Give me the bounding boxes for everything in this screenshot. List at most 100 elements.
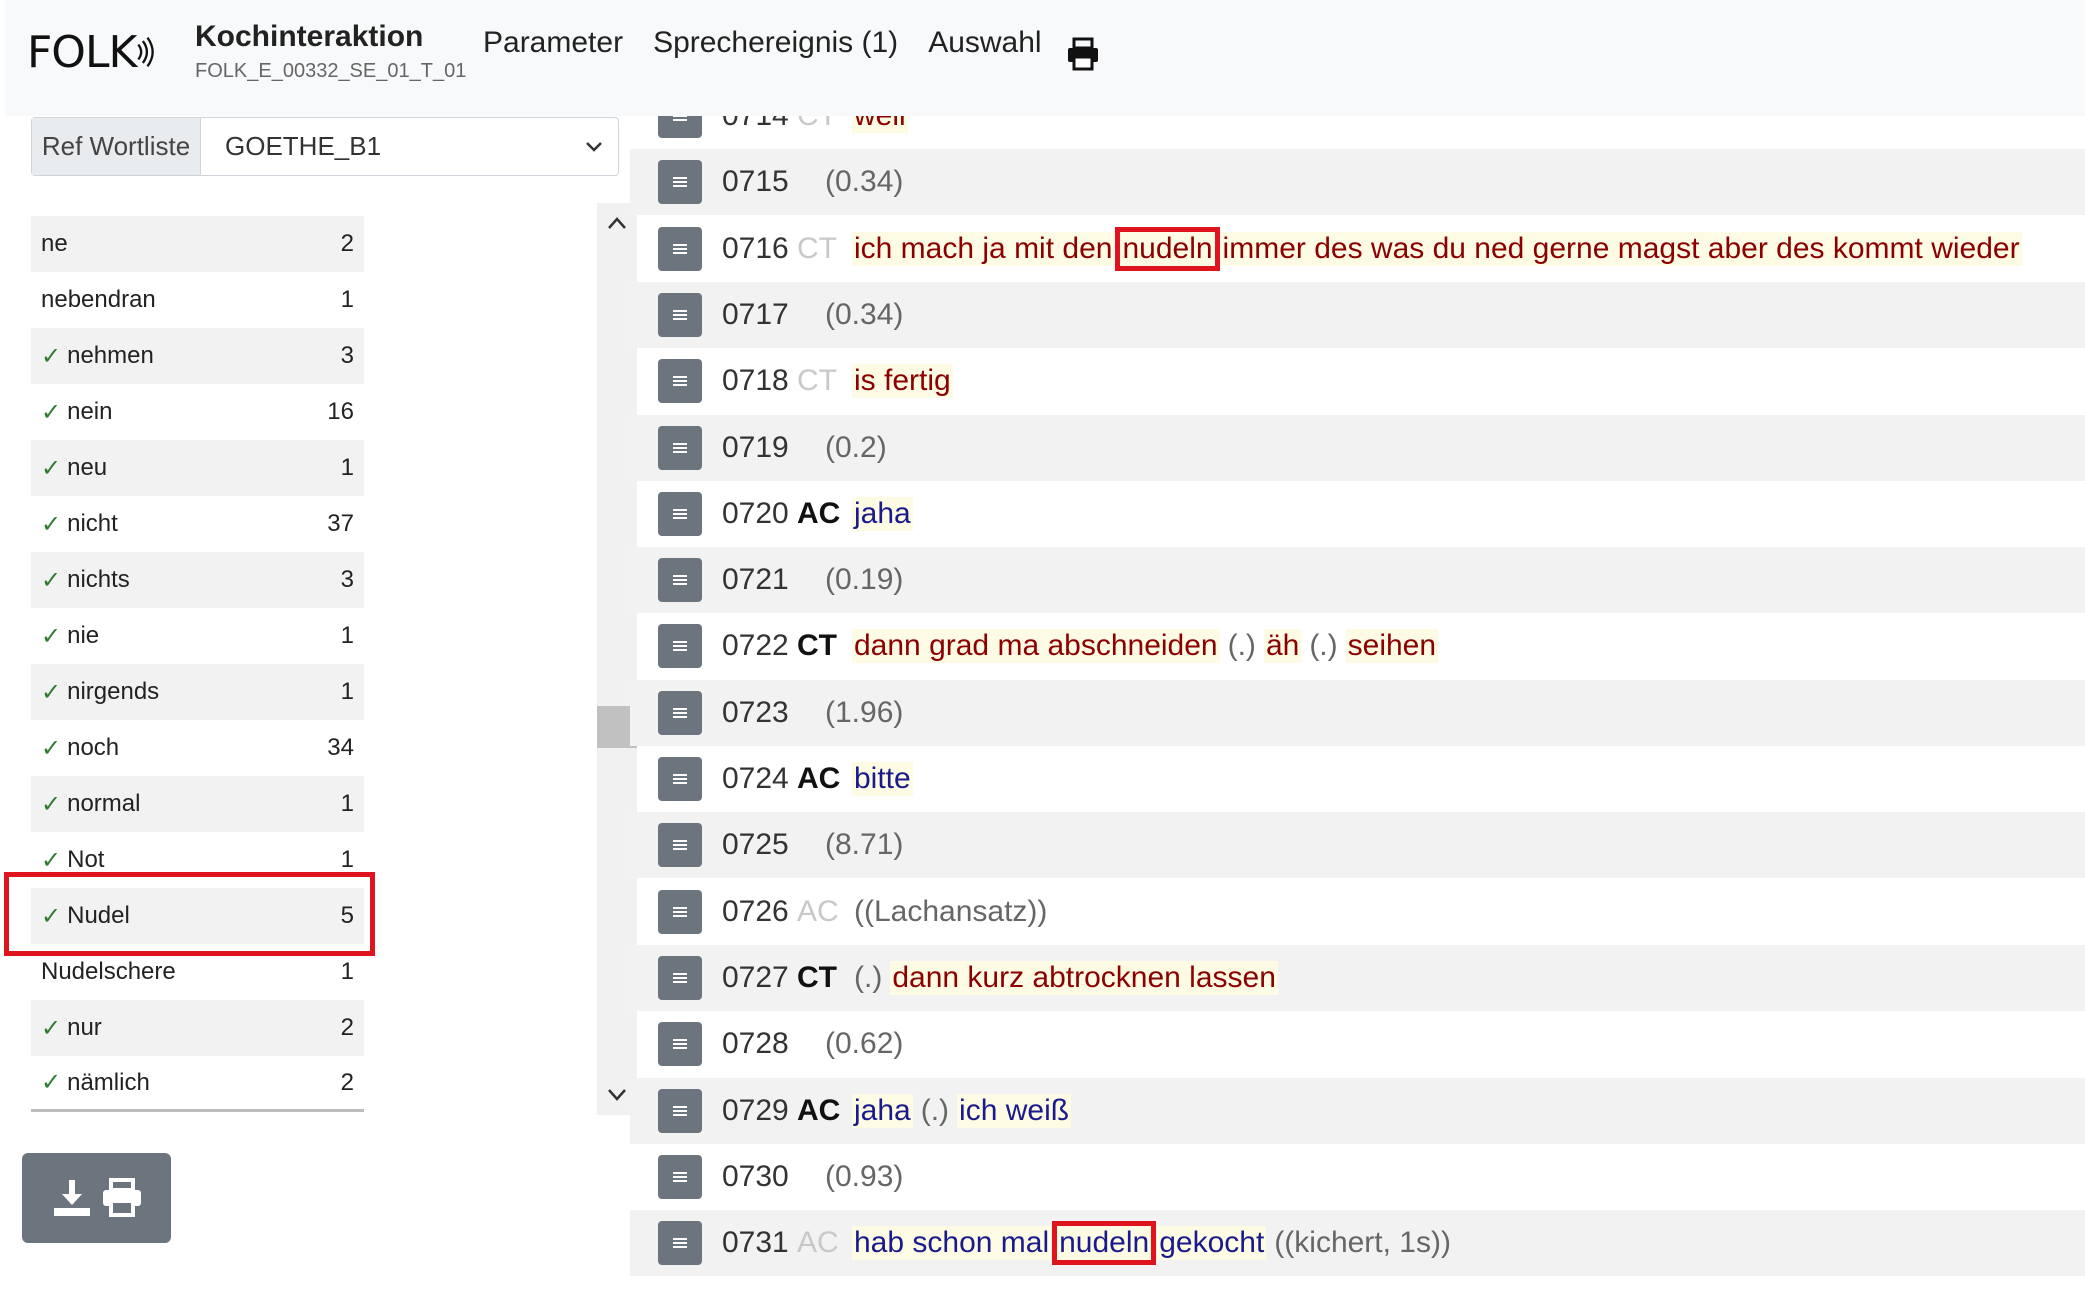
segment-menu-button[interactable] <box>658 359 702 404</box>
nav-parameter[interactable]: Parameter <box>483 26 623 60</box>
token[interactable]: is fertig <box>852 364 953 399</box>
token[interactable]: ich weiß <box>957 1093 1072 1128</box>
segment-menu-button[interactable] <box>658 889 702 934</box>
token[interactable]: (.) <box>1226 629 1258 663</box>
word-row[interactable]: ✓ noch 34 <box>31 720 364 776</box>
check-icon: ✓ <box>41 1069 62 1096</box>
line-number: 0720 <box>722 496 789 530</box>
segment-menu-button[interactable] <box>658 690 702 735</box>
word-row[interactable]: ✓ nein 16 <box>31 384 364 440</box>
folk-logo[interactable]: FOLK <box>27 22 157 82</box>
word-row[interactable]: ✓ Nudel 5 <box>31 888 364 944</box>
segment-menu-button[interactable] <box>658 292 702 337</box>
segment-menu-button[interactable] <box>658 1221 702 1266</box>
token[interactable]: jaha <box>852 496 913 531</box>
segment-menu-button[interactable] <box>658 955 702 1000</box>
segment-menu-button[interactable] <box>658 823 702 868</box>
download-print-button[interactable] <box>22 1153 171 1243</box>
token[interactable]: ich mach ja mit den <box>852 231 1115 266</box>
word-count: 1 <box>340 790 354 817</box>
speaker-label: CT <box>797 364 837 398</box>
transcript-row: 0715 (0.34) <box>630 149 2085 216</box>
transcript-row: 0730 (0.93) <box>630 1144 2085 1210</box>
token[interactable]: (.) <box>1307 629 1339 663</box>
token[interactable]: dann kurz abtrocknen lassen <box>890 960 1278 995</box>
token[interactable]: seihen <box>1345 629 1439 664</box>
line-number: 0722 <box>722 629 789 663</box>
line-number: 0726 <box>722 894 789 928</box>
pause-duration: (0.19) <box>825 563 904 597</box>
line-number: 0717 <box>722 297 789 331</box>
token[interactable]: bitte <box>852 762 913 796</box>
printer-icon[interactable] <box>1065 36 1101 72</box>
word-row[interactable]: ✓ nämlich 2 <box>31 1056 364 1112</box>
main-nav: Parameter Sprechereignis (1) Auswahl <box>483 26 1042 60</box>
pause-duration: (0.2) <box>825 430 887 464</box>
pause-duration: (1.96) <box>825 695 904 729</box>
word-row[interactable]: ✓ neu 1 <box>31 440 364 496</box>
word-label-group: ✓ nein <box>41 398 112 427</box>
nav-sprechereignis[interactable]: Sprechereignis (1) <box>653 26 898 60</box>
word-row[interactable]: Nudelschere 1 <box>31 944 364 1000</box>
reference-wordlist-select[interactable]: Ref Wortliste GOETHE_B1 <box>31 117 619 176</box>
segment-menu-button[interactable] <box>658 491 702 536</box>
segment-menu-button[interactable] <box>658 1154 702 1199</box>
token[interactable]: gekocht <box>1157 1226 1267 1261</box>
page-title: Kochinteraktion <box>195 20 424 53</box>
token[interactable]: (.) <box>919 1094 951 1128</box>
token[interactable]: dann grad ma abschneiden <box>852 629 1220 664</box>
line-number: 0727 <box>722 960 789 994</box>
token[interactable]: ((kichert, 1s)) <box>1272 1226 1453 1260</box>
word-row[interactable]: ✓ nirgends 1 <box>31 664 364 720</box>
word-count: 1 <box>340 678 354 705</box>
word-row[interactable]: ✓ nicht 37 <box>31 496 364 552</box>
menu-icon <box>673 380 687 383</box>
segment-menu-button[interactable] <box>658 1022 702 1067</box>
segment-menu-button[interactable] <box>658 624 702 669</box>
token[interactable]: (.) <box>852 961 884 995</box>
token[interactable]: ((Lachansatz)) <box>852 895 1049 929</box>
sound-waves-icon <box>137 36 155 68</box>
transcript-row: 0724 AC bitte <box>630 746 2085 812</box>
token[interactable]: hab schon mal <box>852 1226 1052 1261</box>
check-icon: ✓ <box>41 734 62 762</box>
word-label-group: ✓ neu <box>41 454 107 483</box>
token[interactable]: äh <box>1263 629 1302 664</box>
wordlist-dropdown[interactable]: GOETHE_B1 <box>201 118 618 175</box>
menu-icon <box>673 976 687 979</box>
word-row[interactable]: ✓ nichts 3 <box>31 552 364 608</box>
word-label-group: ne <box>41 230 68 258</box>
word-row[interactable]: ✓ nie 1 <box>31 608 364 664</box>
menu-icon <box>673 446 687 449</box>
segment-menu-button[interactable] <box>658 226 702 271</box>
token[interactable]: weil <box>852 116 908 133</box>
word-count: 5 <box>340 902 354 929</box>
check-icon: ✓ <box>41 510 62 538</box>
word-row[interactable]: ✓ nehmen 3 <box>31 328 364 384</box>
segment-menu-button[interactable] <box>658 1088 702 1133</box>
token[interactable]: jaha <box>852 1093 913 1128</box>
menu-icon <box>673 247 687 250</box>
segment-menu-button[interactable] <box>658 425 702 470</box>
highlighted-token[interactable]: nudeln <box>1115 226 1220 271</box>
segment-menu-button[interactable] <box>658 558 702 603</box>
segment-menu-button[interactable] <box>658 757 702 801</box>
word-row[interactable]: ne 2 <box>31 216 364 272</box>
word-label-group: ✓ nie <box>41 622 99 651</box>
word-row[interactable]: ✓ Not 1 <box>31 832 364 888</box>
word-row[interactable]: ✓ nur 2 <box>31 1000 364 1056</box>
word-row[interactable]: ✓ normal 1 <box>31 776 364 832</box>
segment-menu-button[interactable] <box>658 116 702 138</box>
word-label-group: ✓ nämlich <box>41 1068 150 1097</box>
wordlist-prefix: Ref Wortliste <box>32 118 201 175</box>
segment-menu-button[interactable] <box>658 160 702 205</box>
nav-auswahl[interactable]: Auswahl <box>928 26 1041 60</box>
word-row[interactable]: nebendran 1 <box>31 272 364 328</box>
token[interactable]: immer des was du ned gerne magst aber de… <box>1220 231 2022 266</box>
menu-icon <box>673 1242 687 1245</box>
menu-icon <box>673 1109 687 1112</box>
highlighted-token[interactable]: nudeln <box>1052 1221 1157 1266</box>
transcript-panel: 0714CTweil0715(0.34)0716CTich mach ja mi… <box>630 116 2085 1297</box>
word-count: 1 <box>340 958 354 985</box>
word-label: normal <box>67 790 141 817</box>
